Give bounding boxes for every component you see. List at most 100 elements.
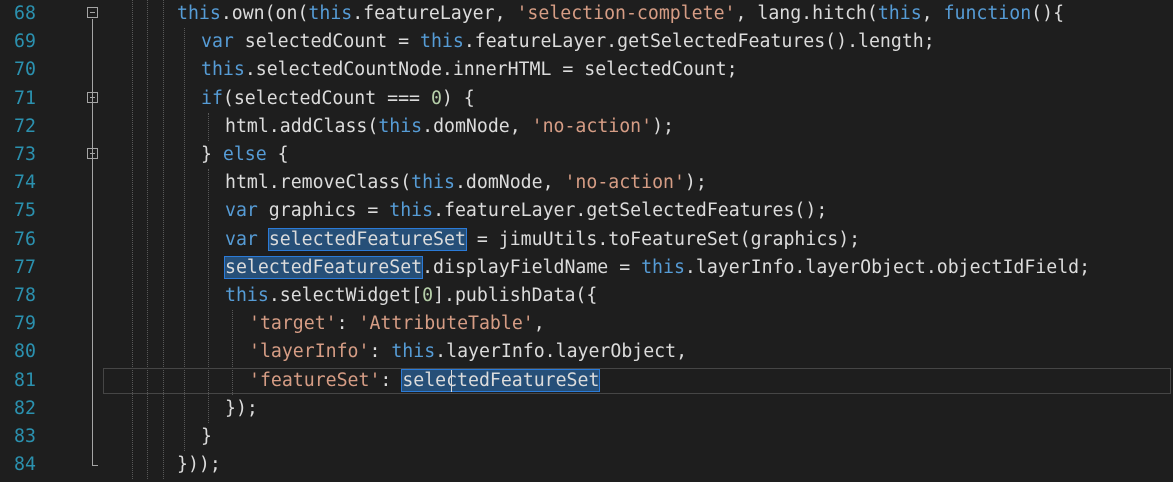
indent-guide bbox=[132, 0, 133, 480]
indent-guide bbox=[147, 0, 148, 480]
code-token: this bbox=[308, 3, 353, 24]
code-text[interactable]: this.selectedCountNode.innerHTML = selec… bbox=[201, 58, 738, 82]
code-line[interactable]: 84})); bbox=[0, 451, 1173, 479]
code-token: this bbox=[420, 31, 464, 53]
line-number: 69 bbox=[14, 31, 36, 53]
code-token: 0 bbox=[422, 285, 434, 306]
code-line[interactable]: 82}); bbox=[0, 395, 1173, 423]
code-token: graphics = bbox=[257, 200, 390, 222]
code-line[interactable]: 74 html.removeClass(this.domNode, 'no-act… bbox=[0, 169, 1173, 197]
code-token: function bbox=[943, 3, 1032, 24]
code-token: })); bbox=[177, 454, 221, 476]
code-token: html.removeClass( bbox=[225, 172, 412, 194]
code-text[interactable]: if(selectedCount === 0) { bbox=[201, 87, 475, 111]
code-token: , lang.hitch( bbox=[735, 3, 878, 24]
code-token: 'layerInfo' bbox=[249, 341, 370, 363]
code-token: this bbox=[877, 3, 922, 24]
line-number: 72 bbox=[14, 115, 36, 137]
code-text[interactable]: var selectedCount = this.featureLayer.ge… bbox=[201, 30, 935, 54]
highlighted-token: selectedFeatureSet bbox=[223, 255, 424, 279]
line-number: 84 bbox=[14, 454, 36, 476]
code-line[interactable]: 72 html.addClass(this.domNode, 'no-action… bbox=[0, 113, 1173, 141]
code-token: this bbox=[177, 3, 221, 24]
current-line-highlight bbox=[103, 367, 1171, 394]
code-token: .selectedCountNode.innerHTML = selectedC… bbox=[244, 59, 738, 81]
collapse-icon[interactable] bbox=[87, 7, 98, 18]
code-token: , bbox=[533, 313, 545, 335]
line-number: 82 bbox=[14, 397, 36, 419]
line-number: 75 bbox=[14, 200, 36, 222]
code-token: .featureLayer, bbox=[352, 3, 517, 24]
line-number: 81 bbox=[14, 369, 36, 391]
line-number: 68 bbox=[14, 3, 36, 24]
code-line[interactable]: 75 var graphics = this.featureLayer.getSe… bbox=[0, 197, 1173, 225]
code-token: this bbox=[411, 172, 455, 194]
code-token: ); bbox=[652, 115, 674, 137]
code-line[interactable]: 70 this.selectedCountNode.innerHTML = sel… bbox=[0, 56, 1173, 84]
code-token: this bbox=[201, 59, 245, 81]
line-number: 73 bbox=[14, 144, 36, 165]
line-number: 78 bbox=[14, 285, 36, 306]
code-token: (selectedCount === bbox=[222, 87, 431, 109]
code-token: 'no-action' bbox=[531, 115, 653, 137]
code-line[interactable]: 83} bbox=[0, 423, 1173, 451]
code-token: ].publishData({ bbox=[433, 285, 598, 306]
code-token: = jimuUtils.toFeatureSet(graphics); bbox=[465, 228, 861, 250]
code-token: , bbox=[921, 3, 944, 24]
code-line[interactable]: 68 this.own(on(this.featureLayer, 'select… bbox=[0, 0, 1173, 28]
code-token: var bbox=[225, 228, 258, 250]
line-number: 83 bbox=[14, 426, 36, 447]
code-line[interactable]: 69 var selectedCount = this.featureLayer.… bbox=[0, 28, 1173, 56]
line-number: 80 bbox=[14, 341, 36, 363]
code-editor[interactable]: 68 this.own(on(this.featureLayer, 'select… bbox=[0, 0, 1173, 482]
fold-region-line bbox=[92, 19, 93, 466]
line-number: 76 bbox=[14, 228, 36, 250]
code-token: .layerInfo.layerObject, bbox=[435, 341, 688, 363]
code-text[interactable]: html.removeClass(this.domNode, 'no-actio… bbox=[225, 171, 707, 195]
code-token: .own(on( bbox=[220, 3, 309, 24]
code-token: .featureLayer.getSelectedFeatures().leng… bbox=[463, 31, 935, 53]
code-text[interactable]: 'target': 'AttributeTable', bbox=[249, 312, 545, 336]
fold-region-end bbox=[92, 465, 98, 467]
code-line[interactable]: 71 if(selectedCount === 0) { bbox=[0, 85, 1173, 113]
line-number: 74 bbox=[14, 172, 36, 194]
code-line[interactable]: 76 var selectedFeatureSet = jimuUtils.toF… bbox=[0, 226, 1173, 254]
code-text[interactable]: 'layerInfo': this.layerInfo.layerObject, bbox=[249, 340, 687, 364]
code-token: (){ bbox=[1031, 3, 1065, 24]
code-token: : bbox=[336, 313, 359, 335]
code-line[interactable]: 73 } else { bbox=[0, 141, 1173, 169]
code-token: } bbox=[201, 426, 212, 447]
code-line[interactable]: 77 selectedFeatureSet.displayFieldName = … bbox=[0, 254, 1173, 282]
code-token: .domNode, bbox=[422, 115, 532, 137]
line-number: 79 bbox=[14, 313, 36, 335]
code-text[interactable]: })); bbox=[177, 453, 221, 477]
code-token: var bbox=[225, 200, 258, 222]
indent-guide bbox=[163, 0, 164, 480]
code-token: var bbox=[201, 31, 234, 53]
code-token: : bbox=[369, 341, 392, 363]
code-token: this bbox=[391, 341, 436, 363]
code-text[interactable]: selectedFeatureSet.displayFieldName = th… bbox=[223, 255, 1091, 280]
code-text[interactable]: html.addClass(this.domNode, 'no-action')… bbox=[225, 115, 674, 139]
code-token: ) { bbox=[441, 87, 475, 109]
code-token: this bbox=[641, 256, 685, 278]
indent-guide bbox=[208, 112, 209, 141]
code-token: this bbox=[389, 200, 434, 222]
code-text[interactable]: this.selectWidget[0].publishData({ bbox=[225, 284, 597, 308]
code-text[interactable]: } else { bbox=[201, 143, 289, 167]
code-text[interactable]: this.own(on(this.featureLayer, 'selectio… bbox=[177, 2, 1064, 26]
code-token: html.addClass( bbox=[225, 115, 379, 137]
line-number: 71 bbox=[14, 87, 36, 109]
code-text[interactable]: var selectedFeatureSet = jimuUtils.toFea… bbox=[225, 227, 861, 252]
code-token: 0 bbox=[430, 87, 442, 109]
code-token: .layerInfo.layerObject.objectIdField; bbox=[684, 256, 1091, 278]
code-token: 'no-action' bbox=[564, 172, 685, 194]
code-line[interactable]: 79 'target': 'AttributeTable', bbox=[0, 310, 1173, 338]
code-text[interactable]: } bbox=[201, 425, 212, 449]
code-text[interactable]: }); bbox=[225, 397, 258, 421]
code-line[interactable]: 78 this.selectWidget[0].publishData({ bbox=[0, 282, 1173, 310]
code-text[interactable]: var graphics = this.featureLayer.getSele… bbox=[225, 199, 827, 223]
code-line[interactable]: 80 'layerInfo': this.layerInfo.layerObjec… bbox=[0, 338, 1173, 366]
code-token: { bbox=[266, 144, 289, 165]
code-token: .displayFieldName = bbox=[422, 256, 642, 278]
